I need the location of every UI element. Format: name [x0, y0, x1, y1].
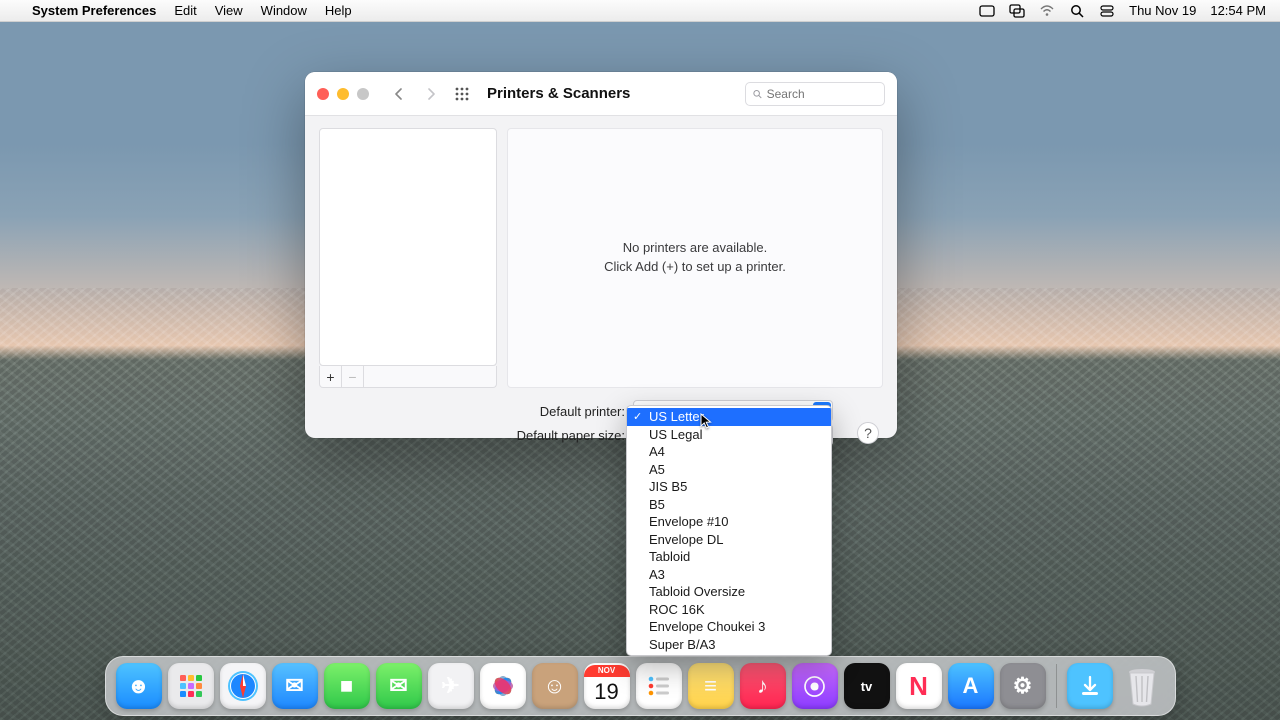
paper-size-option-label: Envelope Choukei 3: [649, 619, 765, 634]
zoom-button[interactable]: [357, 88, 369, 100]
paper-size-option-label: JIS B5: [649, 479, 687, 494]
window-title: Printers & Scanners: [487, 85, 630, 102]
dock: ☻✉■✉✈☺NOV19≡♪⦿tvNA⚙: [105, 656, 1176, 716]
window-controls: [317, 88, 369, 100]
menu-edit[interactable]: Edit: [174, 3, 196, 18]
paper-size-option[interactable]: B5: [627, 496, 831, 514]
paper-size-option-label: A4: [649, 444, 665, 459]
dock-app-photos[interactable]: [480, 663, 526, 709]
dock-app-podcasts[interactable]: ⦿: [792, 663, 838, 709]
paper-size-option[interactable]: Tabloid Oversize: [627, 583, 831, 601]
dock-app-messages[interactable]: ✉: [376, 663, 422, 709]
paper-size-menu[interactable]: ✓ US Letter US Legal A4 A5 JIS B5 B5 Envelope #…: [626, 405, 832, 656]
dock-app-mail[interactable]: ✉: [272, 663, 318, 709]
dock-app-tv[interactable]: tv: [844, 663, 890, 709]
add-printer-button[interactable]: +: [320, 366, 342, 387]
paper-size-option-label: A5: [649, 462, 665, 477]
paper-size-option[interactable]: A5: [627, 461, 831, 479]
paper-size-option[interactable]: A3: [627, 566, 831, 584]
app-menu[interactable]: System Preferences: [32, 3, 156, 18]
paper-size-option-label: US Legal: [649, 427, 702, 442]
paper-size-option[interactable]: Envelope #10: [627, 513, 831, 531]
menubar-date[interactable]: Thu Nov 19: [1129, 3, 1196, 18]
menu-window[interactable]: Window: [261, 3, 307, 18]
dock-app-maps[interactable]: ✈: [428, 663, 474, 709]
paper-size-option[interactable]: Tabloid: [627, 548, 831, 566]
dock-app-appstore[interactable]: A: [948, 663, 994, 709]
paper-size-option[interactable]: ✓ US Letter: [627, 408, 831, 426]
paper-size-option-label: B5: [649, 497, 665, 512]
dock-app-reminders[interactable]: [636, 663, 682, 709]
paper-size-option[interactable]: Envelope Choukei 3: [627, 618, 831, 636]
keyboard-input-icon[interactable]: [979, 3, 995, 19]
paper-size-option[interactable]: Super B/A3: [627, 636, 831, 654]
paper-size-option-label: Envelope #10: [649, 514, 729, 529]
paper-size-option[interactable]: JIS B5: [627, 478, 831, 496]
control-center-icon[interactable]: [1099, 3, 1115, 19]
forward-button[interactable]: [419, 82, 443, 106]
menu-view[interactable]: View: [215, 3, 243, 18]
paper-size-option-label: Tabloid Oversize: [649, 584, 745, 599]
paper-size-option-label: A3: [649, 567, 665, 582]
paper-size-option-label: ROC 16K: [649, 602, 705, 617]
wifi-icon[interactable]: [1039, 3, 1055, 19]
help-button[interactable]: ?: [857, 422, 879, 444]
mission-control-icon[interactable]: [1009, 3, 1025, 19]
dock-app-finder[interactable]: ☻: [116, 663, 162, 709]
default-printer-label: Default printer:: [515, 404, 625, 419]
paper-size-option-label: US Letter: [649, 409, 704, 424]
close-button[interactable]: [317, 88, 329, 100]
dock-app-launchpad[interactable]: [168, 663, 214, 709]
paper-size-option[interactable]: US Legal: [627, 426, 831, 444]
paper-size-option-label: Envelope DL: [649, 532, 723, 547]
cursor-icon: [700, 413, 716, 429]
dock-app-calendar[interactable]: NOV19: [584, 663, 630, 709]
window-toolbar: Printers & Scanners: [305, 72, 897, 116]
dock-downloads[interactable]: [1067, 663, 1113, 709]
search-input[interactable]: [767, 87, 878, 101]
paper-size-option[interactable]: A4: [627, 443, 831, 461]
dock-app-safari[interactable]: [220, 663, 266, 709]
dock-app-news[interactable]: N: [896, 663, 942, 709]
remove-printer-button: −: [342, 366, 364, 387]
search-icon: [752, 88, 763, 100]
add-remove-bar: + −: [319, 366, 497, 388]
dock-app-notes[interactable]: ≡: [688, 663, 734, 709]
paper-size-option-label: Tabloid: [649, 549, 690, 564]
dock-separator: [1056, 664, 1057, 708]
dock-app-settings[interactable]: ⚙: [1000, 663, 1046, 709]
spotlight-icon[interactable]: [1069, 3, 1085, 19]
prefs-window: Printers & Scanners + − No printers are …: [305, 72, 897, 438]
empty-state-line2: Click Add (+) to set up a printer.: [604, 258, 786, 277]
paper-size-option-label: Super B/A3: [649, 637, 716, 652]
empty-state-line1: No printers are available.: [604, 239, 786, 258]
show-all-button[interactable]: [451, 83, 473, 105]
printer-detail-pane: No printers are available. Click Add (+)…: [507, 128, 883, 388]
search-field[interactable]: [745, 82, 885, 106]
menu-help[interactable]: Help: [325, 3, 352, 18]
dock-app-music[interactable]: ♪: [740, 663, 786, 709]
menubar: System Preferences Edit View Window Help…: [0, 0, 1280, 22]
dock-app-contacts[interactable]: ☺: [532, 663, 578, 709]
dock-app-facetime[interactable]: ■: [324, 663, 370, 709]
default-paper-size-label: Default paper size:: [515, 428, 625, 443]
printer-list[interactable]: [319, 128, 497, 366]
menubar-clock[interactable]: 12:54 PM: [1210, 3, 1266, 18]
back-button[interactable]: [387, 82, 411, 106]
dock-trash[interactable]: [1119, 663, 1165, 709]
minimize-button[interactable]: [337, 88, 349, 100]
paper-size-option[interactable]: ROC 16K: [627, 601, 831, 619]
checkmark-icon: ✓: [633, 410, 642, 423]
paper-size-option[interactable]: Envelope DL: [627, 531, 831, 549]
